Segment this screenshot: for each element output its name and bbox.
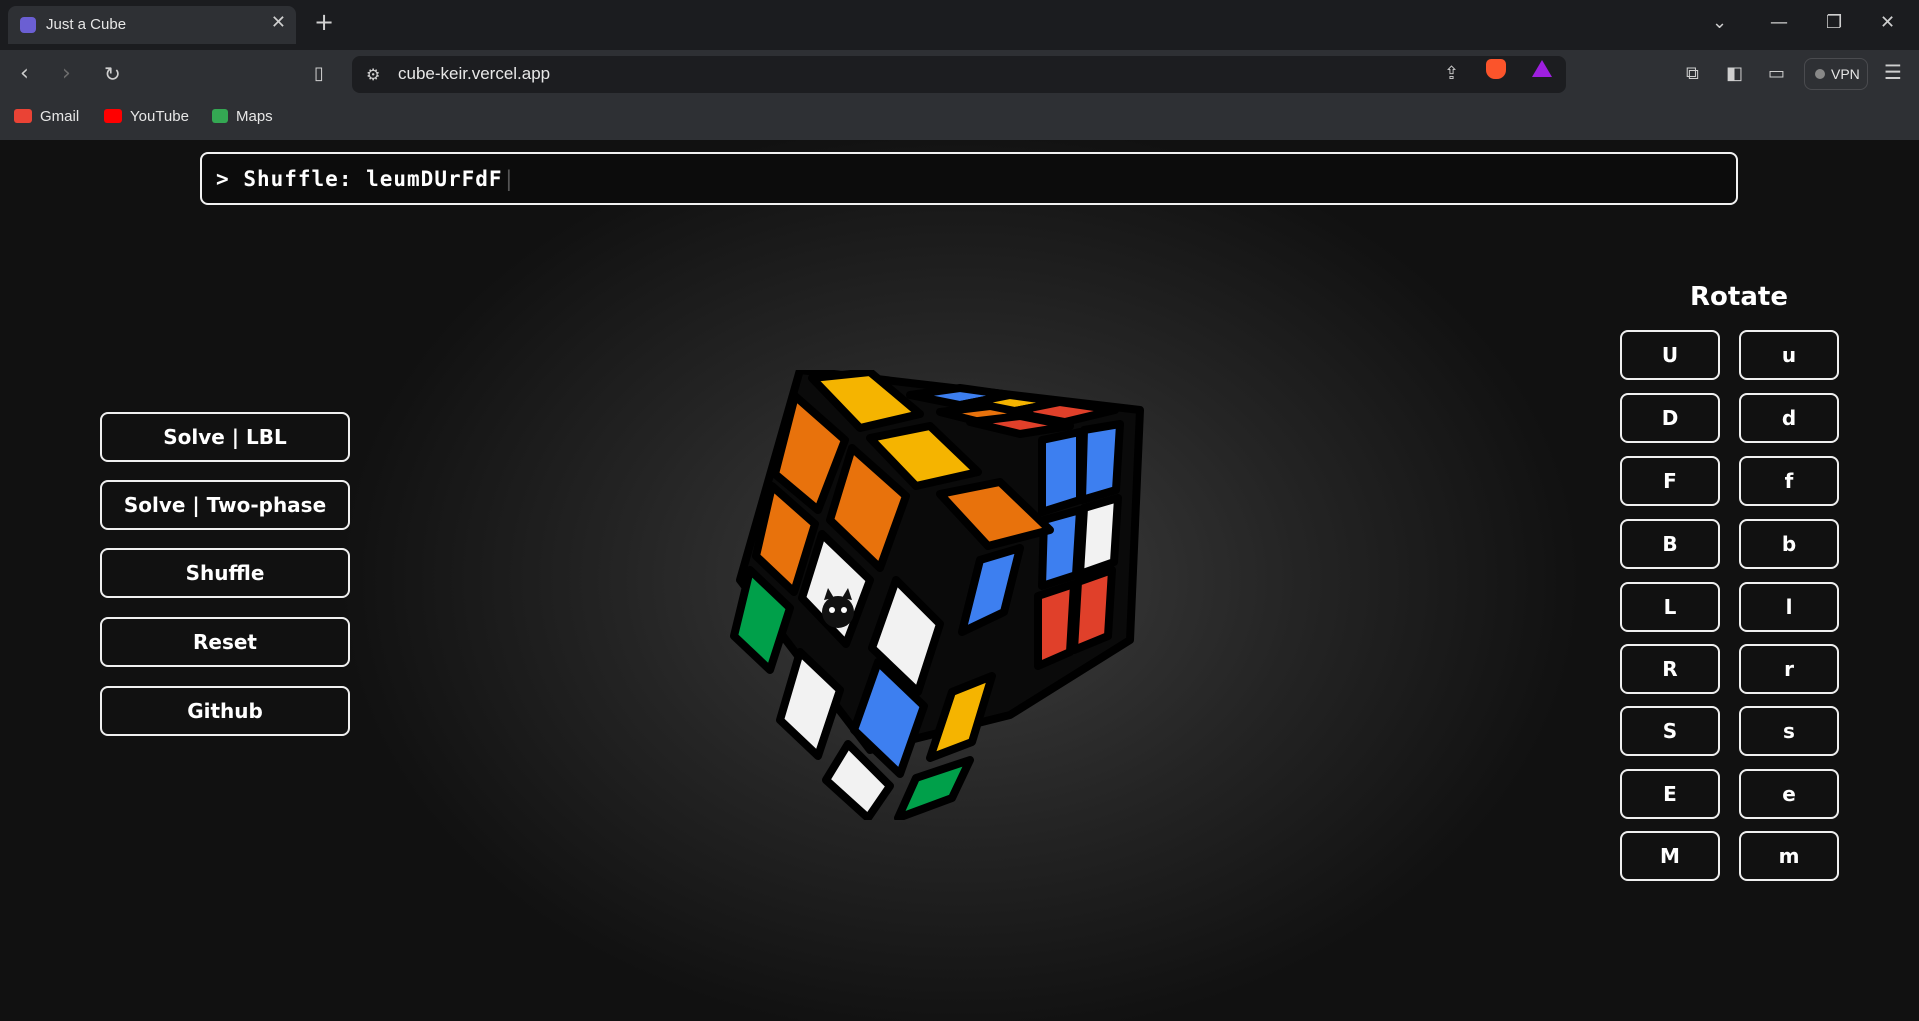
rotate-u-button[interactable]: u [1739,330,1839,380]
gmail-icon [14,109,32,123]
forward-icon[interactable]: › [62,61,71,86]
back-icon[interactable]: ‹ [20,61,29,86]
extensions-icon[interactable]: ⧉ [1686,63,1699,84]
solve-lbl-button[interactable]: Solve | LBL [100,412,350,462]
page-content: > Shuffle: leumDUrFdF| Solve | LBL Solve… [0,140,1919,1021]
rotate-U-button[interactable]: U [1620,330,1720,380]
restore-icon[interactable]: ❐ [1826,12,1842,33]
brave-shields-icon[interactable] [1486,59,1506,79]
tab-search-chevron-icon[interactable]: ⌄ [1712,12,1727,33]
close-window-icon[interactable]: ✕ [1880,12,1895,33]
maps-icon [212,109,228,123]
rotate-F-button[interactable]: F [1620,456,1720,506]
rotate-D-button[interactable]: D [1620,393,1720,443]
cube-sticker [1034,580,1078,670]
rotate-title: Rotate [1690,282,1788,312]
site-settings-icon[interactable]: ⚙ [366,65,380,84]
rotate-R-button[interactable]: R [1620,644,1720,694]
command-terminal[interactable]: > Shuffle: leumDUrFdF| [200,152,1738,205]
rotate-r-button[interactable]: r [1739,644,1839,694]
bookmark-label: Maps [236,108,273,125]
share-icon[interactable]: ⇪ [1444,63,1459,84]
rotate-L-button[interactable]: L [1620,582,1720,632]
vpn-label: VPN [1831,66,1860,82]
rotate-l-button[interactable]: l [1739,582,1839,632]
rotate-m-button[interactable]: m [1739,831,1839,881]
cube-sticker [1038,506,1084,590]
terminal-text: Shuffle: leumDUrFdF [243,167,503,191]
bookmark-youtube[interactable]: YouTube [104,108,189,125]
youtube-icon [104,109,122,123]
url-text[interactable]: cube-keir.vercel.app [398,64,550,84]
rotate-b-button[interactable]: b [1739,519,1839,569]
rotate-d-button[interactable]: d [1739,393,1839,443]
shuffle-button[interactable]: Shuffle [100,548,350,598]
github-button[interactable]: Github [100,686,350,736]
bookmark-icon[interactable]: ▯ [314,63,324,84]
menu-icon[interactable]: ☰ [1884,60,1902,84]
brave-rewards-icon[interactable] [1532,60,1552,77]
browser-toolbar: ‹ › ↻ ▯ ⚙ cube-keir.vercel.app ⇪ ⧉ ◧ ▭ V… [0,50,1919,100]
wallet-icon[interactable]: ▭ [1768,63,1785,84]
close-tab-icon[interactable]: ✕ [271,12,286,33]
terminal-caret: | [502,167,517,191]
cube-favicon-icon [20,17,36,33]
rotate-E-button[interactable]: E [1620,769,1720,819]
rotate-M-button[interactable]: M [1620,831,1720,881]
cube-sticker [1076,494,1122,578]
bookmarks-bar: Gmail YouTube Maps [0,100,1919,140]
rotate-s-button[interactable]: s [1739,706,1839,756]
rotate-S-button[interactable]: S [1620,706,1720,756]
rubiks-cube-canvas[interactable] [720,370,1180,820]
bookmark-gmail[interactable]: Gmail [14,108,79,125]
cube-sticker [894,756,974,820]
minimize-icon[interactable]: — [1770,12,1788,33]
sidebar-icon[interactable]: ◧ [1726,63,1743,84]
address-bar[interactable]: ⚙ cube-keir.vercel.app ⇪ [352,56,1566,93]
terminal-prompt: > [216,167,230,191]
new-tab-icon[interactable]: + [314,8,334,36]
reload-icon[interactable]: ↻ [104,62,121,86]
rotate-B-button[interactable]: B [1620,519,1720,569]
browser-tab-bar: Just a Cube ✕ + ⌄ — ❐ ✕ [0,0,1919,50]
browser-tab[interactable]: Just a Cube ✕ [8,6,296,44]
tab-title: Just a Cube [46,16,127,33]
solve-two-phase-button[interactable]: Solve | Two-phase [100,480,350,530]
rotate-e-button[interactable]: e [1739,769,1839,819]
bookmark-maps[interactable]: Maps [212,108,273,125]
cube-sticker [1038,428,1084,516]
cube-sticker [1078,420,1124,504]
reset-button[interactable]: Reset [100,617,350,667]
rotate-f-button[interactable]: f [1739,456,1839,506]
bookmark-label: Gmail [40,108,80,125]
bookmark-label: YouTube [130,108,189,125]
vpn-button[interactable]: VPN [1804,58,1868,90]
cube-sticker [1070,566,1116,654]
